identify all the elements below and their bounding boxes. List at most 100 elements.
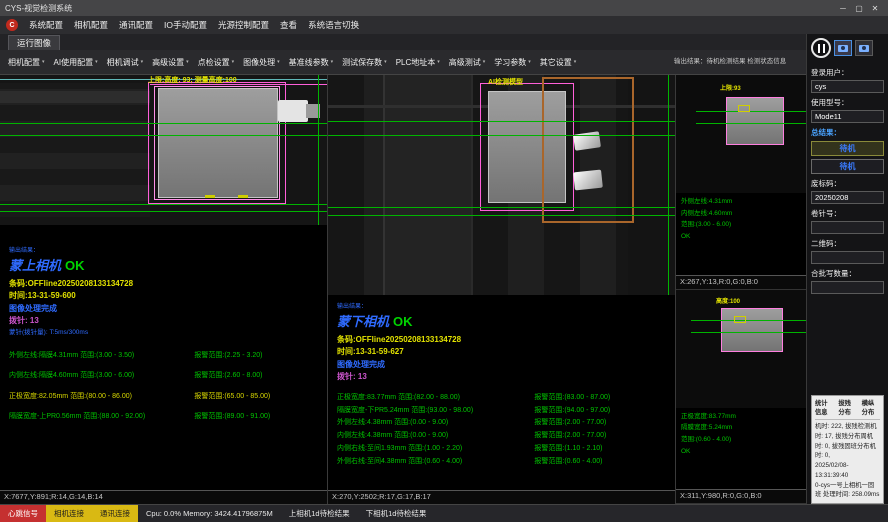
measurement-alarm: 报警范围:(89.00 - 91.00) (194, 407, 318, 427)
zoom-image-bottom[interactable]: 高度:100 (676, 290, 806, 408)
result-caption-small: 输出结果： (9, 245, 318, 254)
tool-image-processing[interactable]: 图像处理▾ (239, 55, 284, 70)
time-line: 时间:13-31-59-600 (9, 290, 318, 302)
menu-light-control-config[interactable]: 光源控制配置 (218, 19, 269, 31)
status-ok: OK (393, 314, 413, 329)
stats-tab-distribution[interactable]: 横纵分布 (862, 399, 880, 419)
zoom-line: 正极宽度:83.77mm (681, 411, 801, 423)
tool-advanced-settings[interactable]: 高级设置▾ (148, 55, 193, 70)
tab-run-image[interactable]: 运行图像 (8, 35, 60, 50)
lower-camera-view: AI检测模型 输出结果： 蒙下相机OK 条码:OFFline2025020813… (328, 75, 676, 504)
tool-ai-usage-config[interactable]: AI使用配置▾ (50, 55, 102, 70)
chevron-down-icon: ▾ (232, 59, 235, 65)
menu-view[interactable]: 查看 (280, 19, 297, 31)
measurement-row: 内侧左线:4.38mm 范围:(0.00 - 9.00)报警范围:(2.00 -… (337, 430, 666, 443)
barcode-line: 条码:OFFline20250208133134728 (9, 278, 318, 290)
sidebar-buttons (811, 38, 884, 58)
pause-icon (818, 44, 825, 53)
model-select[interactable]: Mode11 (811, 110, 884, 123)
zoom-line: 范围:(0.60 - 4.00) (681, 434, 801, 446)
stats-tab-info[interactable]: 统计信息 (815, 399, 833, 419)
measure-line (328, 135, 675, 136)
lower-result-text: 输出结果： 蒙下相机OK 条码:OFFline20250208133134728… (328, 295, 675, 490)
app-logo-icon: C (6, 19, 18, 31)
measure-line (691, 332, 806, 333)
heartbeat-status-badge: 心跳信号 (0, 505, 46, 522)
close-button[interactable]: ✕ (867, 4, 883, 13)
measurement-text: 隔膜宽度-上PR0.56mm 范围:(88.00 - 92.00) (9, 407, 194, 427)
measure-line (328, 121, 675, 122)
zoom-views-column: 上限:93 外侧左线:4.31mm 内侧左线:4.60mm 范围:(3.00 -… (676, 75, 806, 504)
app-body: 运行图像 相机配置▾ AI使用配置▾ 相机调试▾ 高级设置▾ 点检设置▾ 图像处… (0, 34, 888, 504)
pixel-coord-readout: X:270,Y:2502;R:17,G:17,B:17 (328, 490, 675, 504)
measurement-alarm: 报警范围:(0.60 - 4.00) (534, 456, 666, 469)
connector-part (278, 100, 308, 122)
processing-done-line: 图像处理完成 (337, 359, 666, 371)
overlay-limit-text: 高度:100 (716, 296, 740, 305)
tool-camera-debug[interactable]: 相机调试▾ (103, 55, 148, 70)
camera-lower-button[interactable] (855, 40, 873, 56)
camera-connection-badge: 相机连接 (46, 505, 92, 522)
toolbar: 相机配置▾ AI使用配置▾ 相机调试▾ 高级设置▾ 点检设置▾ 图像处理▾ 基准… (0, 55, 674, 70)
pixel-coord-readout: X:311,Y:980,R:0,G:0,B:0 (676, 489, 806, 503)
tool-plc-address-book[interactable]: PLC地址本▾ (392, 55, 444, 70)
measurement-alarm: 报警范围:(2.00 - 77.00) (534, 430, 666, 443)
tool-test-save-data[interactable]: 测试保存数▾ (338, 55, 391, 70)
zoom-result-lines: 外侧左线:4.31mm 内侧左线:4.60mm 范围:(3.00 - 6.00)… (676, 193, 806, 275)
time-line: 时间:13-31-59-627 (337, 346, 666, 358)
tool-other-settings[interactable]: 其它设置▾ (536, 55, 581, 70)
tool-label: 图像处理 (243, 57, 275, 68)
menu-system-config[interactable]: 系统配置 (29, 19, 63, 31)
menu-comm-config[interactable]: 通讯配置 (119, 19, 153, 31)
tool-baseline-params[interactable]: 基准线参数▾ (285, 55, 338, 70)
marker-box (734, 316, 746, 323)
camera-name: 蒙下相机 (337, 314, 389, 329)
camera-status-line: 蒙上相机OK (9, 255, 318, 275)
camera-upper-button[interactable] (834, 40, 852, 56)
zoom-image-top[interactable]: 上限:93 (676, 75, 806, 193)
minimize-button[interactable]: ─ (835, 4, 851, 13)
measurement-alarm: 报警范围:(83.00 - 87.00) (534, 392, 666, 405)
menu-camera-config[interactable]: 相机配置 (74, 19, 108, 31)
tool-spot-check-settings[interactable]: 点检设置▾ (194, 55, 239, 70)
stats-line-process-time: 0-cys一号上相机一固班 处理时间: 258.09ms (815, 481, 880, 501)
result-box-lower: 待机 (811, 159, 884, 174)
chevron-down-icon: ▾ (528, 59, 531, 65)
machinery-background (0, 83, 150, 217)
tool-label: 相机配置 (8, 57, 40, 68)
tool-label: 高级设置 (152, 57, 184, 68)
menu-io-manual-config[interactable]: IO手动配置 (164, 19, 207, 31)
result-box-upper: 待机 (811, 141, 884, 156)
pixel-coord-readout: X:267,Y:13,R:0,G:0,B:0 (676, 275, 806, 289)
measurement-alarm: 报警范围:(2.25 - 3.20) (194, 346, 318, 366)
menu-language-switch[interactable]: 系统语言切换 (308, 19, 359, 31)
chevron-down-icon: ▾ (437, 59, 440, 65)
tool-advanced-test[interactable]: 高级测试▾ (445, 55, 490, 70)
measurement-text: 正极宽度:82.05mm 范围:(80.00 - 86.00) (9, 387, 194, 407)
stats-line-counts: 机时: 222, 拔残检测机时: 17, 拔残分布周机时: 0, 拔残固班分布机… (815, 422, 880, 461)
chevron-down-icon: ▾ (331, 59, 334, 65)
reflective-part (573, 170, 603, 191)
measurement-alarm: 报警范围:(65.00 - 85.00) (194, 387, 318, 407)
chevron-down-icon: ▾ (95, 59, 98, 65)
tool-learning-params[interactable]: 学习参数▾ (490, 55, 535, 70)
app-window: CYS-视觉检测系统 ─ ▢ ✕ C 系统配置 相机配置 通讯配置 IO手动配置… (0, 0, 888, 522)
pause-button[interactable] (811, 38, 831, 58)
measurement-row: 正极宽度:83.77mm 范围:(82.00 - 88.00)报警范围:(83.… (337, 392, 666, 405)
stats-tab-residue[interactable]: 拔残分布 (838, 399, 856, 419)
ai-detect-rectangle (542, 77, 634, 223)
measure-line (0, 211, 327, 212)
lower-camera-image[interactable]: AI检测模型 (328, 75, 675, 295)
cpu-memory-readout: Cpu: 0.0% Memory: 3424.41796875M (138, 505, 281, 522)
zoom-line: OK (681, 446, 801, 458)
measurement-text: 外侧左线:隔膜4.31mm 范围:(3.00 - 3.50) (9, 346, 194, 366)
zoom-result-lines: 正极宽度:83.77mm 隔膜宽度:5.24mm 范围:(0.60 - 4.00… (676, 408, 806, 490)
measure-line (0, 135, 327, 136)
measurement-rows: 外侧左线:隔膜4.31mm 范围:(3.00 - 3.50)报警范围:(2.25… (9, 346, 318, 427)
upper-camera-image[interactable]: 上限:高度: 93; 测量高度:100 (0, 75, 327, 225)
measurement-alarm: 报警范围:(2.00 - 77.00) (534, 417, 666, 430)
maximize-button[interactable]: ▢ (851, 4, 867, 13)
chevron-down-icon: ▾ (277, 59, 280, 65)
tool-camera-config[interactable]: 相机配置▾ (4, 55, 49, 70)
write-count-label: 合批写数量： (811, 268, 884, 279)
